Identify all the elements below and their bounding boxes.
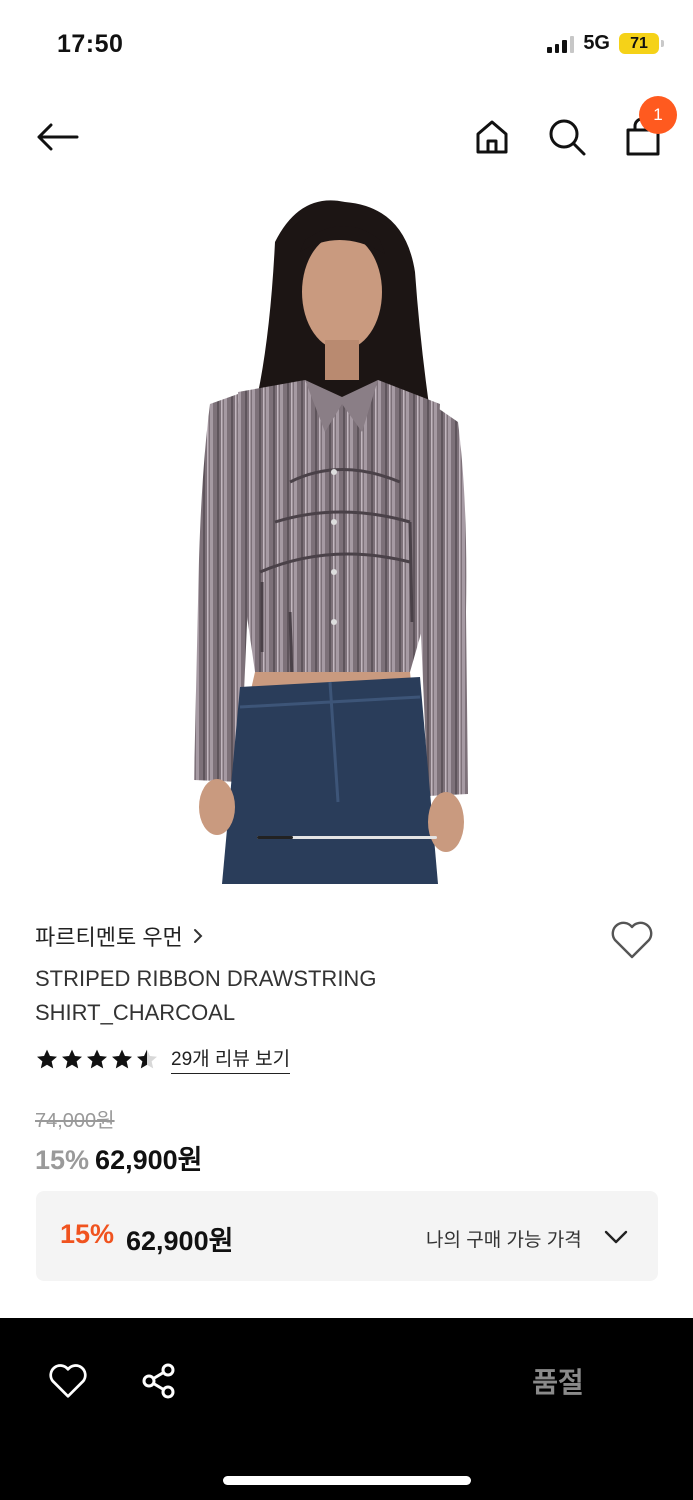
review-link[interactable]: 29개 리뷰 보기 bbox=[171, 1044, 291, 1074]
battery-icon: 71 bbox=[619, 33, 664, 54]
network-label: 5G bbox=[583, 32, 610, 54]
arrow-left-icon bbox=[37, 123, 79, 151]
soldout-button[interactable]: 품절 bbox=[440, 1348, 676, 1414]
star-full-icon bbox=[112, 1049, 132, 1069]
discount-rate: 15% bbox=[35, 1145, 90, 1175]
brand-name: 파르티멘토 우먼 bbox=[35, 925, 183, 950]
back-button[interactable] bbox=[34, 114, 80, 160]
image-carousel-indicator-fill bbox=[257, 836, 293, 839]
product-photo bbox=[194, 200, 468, 884]
my-price-discount: 15% bbox=[60, 1219, 115, 1249]
search-icon bbox=[549, 119, 586, 156]
status-bar: 17:50 5G 71 bbox=[0, 0, 693, 88]
product-name-line: SHIRT_CHARCOAL bbox=[35, 1000, 236, 1025]
price-row: 15% 62,900원 bbox=[35, 1138, 202, 1177]
product-image[interactable] bbox=[0, 182, 693, 884]
chevron-right-icon bbox=[193, 929, 203, 943]
product-name: STRIPED RIBBON DRAWSTRING SHIRT_CHARCOAL bbox=[35, 962, 555, 1030]
bottom-action-bar: 품절 bbox=[0, 1318, 693, 1500]
heart-outline-icon bbox=[49, 1364, 87, 1398]
rating-row: 29개 리뷰 보기 bbox=[35, 1044, 291, 1074]
my-price-label: 나의 구매 가능 가격 bbox=[426, 1230, 582, 1251]
home-button[interactable] bbox=[469, 114, 515, 160]
signal-icon bbox=[547, 35, 575, 53]
star-rating bbox=[35, 1048, 159, 1070]
home-indicator[interactable] bbox=[223, 1476, 471, 1485]
star-full-icon bbox=[37, 1049, 57, 1069]
star-full-icon bbox=[87, 1049, 107, 1069]
original-price: 74,000원 bbox=[35, 1110, 115, 1132]
search-button[interactable] bbox=[544, 114, 590, 160]
cart-count-badge: 1 bbox=[639, 96, 677, 134]
sale-price: 62,900원 bbox=[95, 1145, 203, 1175]
star-half-icon bbox=[137, 1049, 157, 1069]
image-carousel-indicator bbox=[257, 836, 437, 839]
my-price-value: 62,900원 bbox=[126, 1226, 234, 1256]
share-icon bbox=[142, 1363, 175, 1399]
heart-outline-icon bbox=[611, 921, 653, 959]
chevron-down-icon bbox=[604, 1230, 628, 1244]
brand-link[interactable]: 파르티멘토 우먼 bbox=[35, 920, 203, 952]
wishlist-button[interactable] bbox=[606, 914, 658, 966]
status-indicators: 5G 71 bbox=[547, 32, 664, 55]
status-time: 17:50 bbox=[57, 30, 124, 58]
home-icon bbox=[476, 120, 508, 154]
star-full-icon bbox=[62, 1049, 82, 1069]
product-name-line: STRIPED RIBBON DRAWSTRING bbox=[35, 966, 377, 991]
share-button[interactable] bbox=[136, 1358, 182, 1404]
bottom-wishlist-button[interactable] bbox=[45, 1358, 91, 1404]
top-nav bbox=[0, 100, 693, 174]
my-price-dropdown[interactable]: 15% 62,900원 나의 구매 가능 가격 bbox=[36, 1191, 658, 1281]
